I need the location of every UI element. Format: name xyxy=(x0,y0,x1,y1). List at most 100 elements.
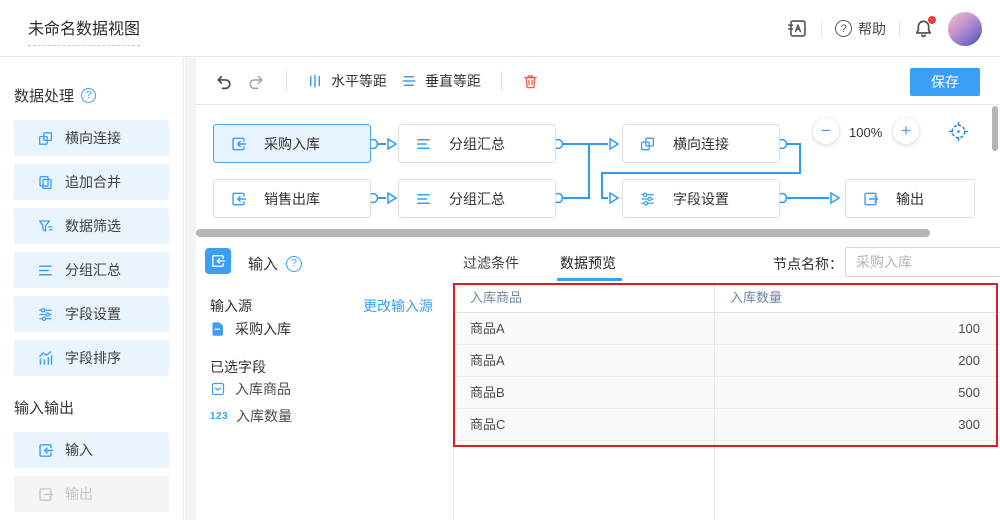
field-item-quantity: 123 入库数量 xyxy=(210,406,292,426)
tab-data-preview[interactable]: 数据预览 xyxy=(560,253,616,273)
text-field-icon xyxy=(210,381,226,397)
flow-canvas[interactable]: 采购入库 分组汇总 横向连接 销售出库 分组汇总 字段设置 输出 − 100% … xyxy=(196,106,1000,240)
node-group-summary-2[interactable]: 分组汇总 xyxy=(398,179,556,218)
notification-dot xyxy=(928,16,936,24)
notification-bell-icon[interactable] xyxy=(913,18,935,40)
section-label: 数据处理 xyxy=(14,85,74,106)
help-button[interactable]: ? 帮助 xyxy=(835,19,886,39)
distribute-horizontal-button[interactable]: 水平等距 xyxy=(307,71,387,91)
column-divider xyxy=(714,283,715,520)
node-group-summary-1[interactable]: 分组汇总 xyxy=(398,124,556,163)
group-icon xyxy=(415,190,432,207)
distribute-horizontal-label: 水平等距 xyxy=(331,71,387,91)
table-row: 商品B 500 xyxy=(454,377,1000,409)
cell-quantity: 500 xyxy=(714,377,1000,408)
input-icon xyxy=(230,135,247,152)
node-sales-outbound[interactable]: 销售出库 xyxy=(213,179,371,218)
crosshair-icon xyxy=(948,121,969,142)
node-label: 字段设置 xyxy=(673,189,729,209)
data-view-editor: 未命名数据视图 ? 帮助 数据处理 ? 横向连接 追加 xyxy=(0,0,1000,520)
sidebar-item-label: 输入 xyxy=(65,440,93,460)
filter-icon xyxy=(37,218,54,235)
output-icon xyxy=(862,190,879,207)
header-actions: ? 帮助 xyxy=(787,0,982,57)
zoom-in-button[interactable]: + xyxy=(893,118,919,144)
help-icon[interactable]: ? xyxy=(81,88,96,103)
sidebar-gutter xyxy=(185,58,196,520)
active-tab-indicator xyxy=(557,278,622,281)
sidebar-item-filter[interactable]: 数据筛选 xyxy=(14,208,169,244)
input-source-name: 采购入库 xyxy=(235,319,291,339)
tab-filter-conditions[interactable]: 过滤条件 xyxy=(463,253,519,273)
section-title-data-processing: 数据处理 ? xyxy=(14,85,169,106)
cell-quantity: 300 xyxy=(714,409,1000,440)
input-icon xyxy=(37,442,54,459)
field-item-product: 入库商品 xyxy=(210,379,291,399)
locate-center-button[interactable] xyxy=(948,121,969,142)
table-header-row: 入库商品 入库数量 xyxy=(454,283,1000,313)
section-label: 输入输出 xyxy=(14,397,74,418)
sidebar-item-label: 数据筛选 xyxy=(65,216,121,236)
field-name: 入库商品 xyxy=(235,379,291,399)
distribute-vertical-button[interactable]: 垂直等距 xyxy=(401,71,481,91)
node-label: 分组汇总 xyxy=(449,134,505,154)
zoom-level: 100% xyxy=(849,125,882,140)
cell-quantity: 100 xyxy=(714,313,1000,344)
section-title-io: 输入输出 xyxy=(14,397,169,418)
table-row: 商品A 200 xyxy=(454,345,1000,377)
table-row: 商品C 300 xyxy=(454,409,1000,441)
page-title[interactable]: 未命名数据视图 xyxy=(28,15,140,46)
avatar[interactable] xyxy=(948,12,982,46)
divider xyxy=(501,71,502,91)
sidebar-item-label: 分组汇总 xyxy=(65,260,121,280)
cell-quantity: 200 xyxy=(714,345,1000,376)
node-name-label: 节点名称： xyxy=(773,254,843,274)
sidebar-item-label: 追加合并 xyxy=(65,172,121,192)
node-label: 横向连接 xyxy=(673,134,729,154)
field-name: 入库数量 xyxy=(236,406,292,426)
table-row: 商品A 100 xyxy=(454,313,1000,345)
delete-node-button[interactable] xyxy=(522,73,539,90)
data-preview-table: 入库商品 入库数量 商品A 100 商品A 200 商品B 500 商品C 30… xyxy=(453,283,1000,520)
app-header: 未命名数据视图 ? 帮助 xyxy=(0,0,1000,57)
sidebar-item-label: 横向连接 xyxy=(65,128,121,148)
node-field-settings[interactable]: 字段设置 xyxy=(622,179,780,218)
sidebar-item-field-sort[interactable]: 字段排序 xyxy=(14,340,169,376)
input-source-section: 输入源 更改输入源 采购入库 已选字段 入库商品 123 入库数量 xyxy=(196,240,453,520)
save-button[interactable]: 保存 xyxy=(910,68,980,96)
help-icon: ? xyxy=(835,20,852,37)
zoom-out-button[interactable]: − xyxy=(813,118,839,144)
horizontal-scrollbar[interactable] xyxy=(196,229,930,237)
trash-icon xyxy=(522,73,539,90)
sidebar-item-join[interactable]: 横向连接 xyxy=(14,120,169,156)
change-input-source-link[interactable]: 更改输入源 xyxy=(363,296,433,316)
cell-product: 商品A xyxy=(454,345,714,376)
selected-fields-label: 已选字段 xyxy=(210,357,266,377)
sidebar-item-append[interactable]: 追加合并 xyxy=(14,164,169,200)
sidebar-item-field-settings[interactable]: 字段设置 xyxy=(14,296,169,332)
column-header-product: 入库商品 xyxy=(454,283,714,312)
cell-product: 商品C xyxy=(454,409,714,440)
sidebar-item-output[interactable]: 输出 xyxy=(14,476,169,512)
append-icon xyxy=(37,174,54,191)
undo-button[interactable] xyxy=(214,72,233,91)
input-source-item: 采购入库 xyxy=(210,319,291,339)
group-icon xyxy=(37,262,54,279)
sidebar-item-input[interactable]: 输入 xyxy=(14,432,169,468)
node-output[interactable]: 输出 xyxy=(845,179,975,218)
output-icon xyxy=(37,486,54,503)
contacts-icon[interactable] xyxy=(787,18,808,39)
redo-button[interactable] xyxy=(247,72,266,91)
cell-product: 商品A xyxy=(454,313,714,344)
node-join[interactable]: 横向连接 xyxy=(622,124,780,163)
node-purchase-inbound[interactable]: 采购入库 xyxy=(213,124,371,163)
distribute-vertical-icon xyxy=(401,73,417,89)
divider xyxy=(286,71,287,91)
node-label: 采购入库 xyxy=(264,134,320,154)
distribute-horizontal-icon xyxy=(307,73,323,89)
canvas-toolbar: 水平等距 垂直等距 保存 xyxy=(196,58,1000,105)
join-icon xyxy=(639,135,656,152)
node-name-input[interactable] xyxy=(845,247,1000,277)
sidebar-item-group[interactable]: 分组汇总 xyxy=(14,252,169,288)
vertical-scrollbar[interactable] xyxy=(992,106,998,151)
